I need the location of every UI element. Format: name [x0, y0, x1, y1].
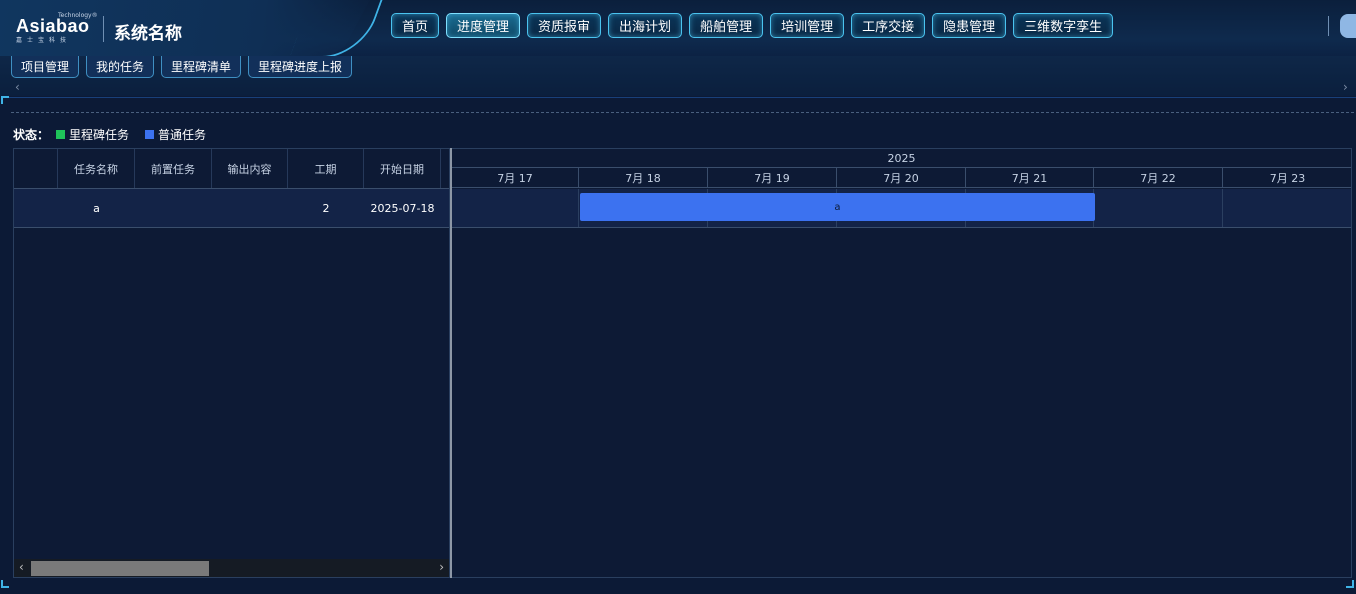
scroll-left-icon[interactable]: ‹ [19, 560, 24, 574]
header-divider [103, 16, 104, 42]
col-duration[interactable]: 工期 [288, 149, 364, 188]
dashed-divider [11, 112, 1354, 113]
legend-normal-task: 普通任务 [158, 128, 207, 142]
gantt-day: 7月 23 [1269, 171, 1306, 185]
cell-index [14, 189, 58, 227]
sub-tabs: 项目管理 我的任务 里程碑清单 里程碑进度上报 [11, 56, 353, 78]
tab-my-tasks[interactable]: 我的任务 [86, 56, 155, 78]
frame-corner-top-left [1, 96, 9, 104]
gantt-gridline [1094, 189, 1223, 227]
status-legend: 状态： 里程碑任务 普通任务 [13, 126, 206, 143]
nav-home[interactable]: 首页 [391, 13, 440, 38]
legend-milestone: 里程碑任务 [69, 128, 130, 142]
system-name: 系统名称 [114, 24, 182, 44]
brand-logo: Technology® Asiabao 嘉士宝科技 [16, 12, 98, 44]
cell-task-name: a [93, 201, 100, 215]
cell-output [212, 189, 288, 227]
gantt-day-scale: 7月 17 7月 18 7月 19 7月 20 7月 21 7月 22 7月 2… [452, 168, 1351, 188]
header-divider-right [1328, 16, 1329, 36]
frame-corner-bottom-left [1, 580, 9, 588]
cell-duration: 2 [322, 201, 330, 215]
tab-project-management[interactable]: 项目管理 [11, 56, 80, 78]
task-grid: 任务名称 前置任务 输出内容 工期 开始日期 a 2 2025-07-18 ‹ … [13, 148, 450, 578]
cell-start-date: 2025-07-18 [370, 201, 435, 215]
grid-horizontal-scrollbar[interactable]: ‹ › [14, 559, 449, 577]
normal-task-swatch [145, 130, 155, 139]
nav-ship[interactable]: 船舶管理 [689, 13, 764, 38]
nav-training[interactable]: 培训管理 [770, 13, 845, 38]
tab-milestone-list[interactable]: 里程碑清单 [161, 56, 242, 78]
gantt-day: 7月 17 [452, 168, 579, 187]
tabs-scroll-right-icon[interactable]: › [1343, 80, 1348, 94]
col-predecessor[interactable]: 前置任务 [135, 149, 212, 188]
user-icon[interactable] [1340, 14, 1356, 38]
col-task-name[interactable]: 任务名称 [58, 149, 135, 188]
scroll-right-icon[interactable]: › [439, 560, 444, 574]
nav-hazard[interactable]: 隐患管理 [932, 13, 1007, 38]
gantt-day: 7月 19 [708, 168, 837, 187]
milestone-swatch [56, 130, 66, 139]
gantt-year: 2025 [452, 149, 1351, 168]
gantt-gridline [452, 189, 579, 227]
logo-trademark: Technology® [58, 12, 98, 19]
frame-corner-bottom-right [1346, 580, 1354, 588]
gantt-day: 7月 21 [966, 168, 1094, 187]
scrollbar-thumb[interactable] [31, 561, 209, 576]
gantt-chart: 2025 7月 17 7月 18 7月 19 7月 20 7月 21 7月 22… [452, 148, 1352, 578]
gantt-day: 7月 20 [837, 168, 966, 187]
legend-label: 状态： [13, 128, 50, 142]
gantt-task-bar[interactable]: a [580, 193, 1095, 221]
cell-predecessor [135, 189, 212, 227]
gantt-day: 7月 18 [579, 168, 708, 187]
tab-milestone-report[interactable]: 里程碑进度上报 [248, 56, 353, 78]
col-start-date[interactable]: 开始日期 [364, 149, 441, 188]
logo-word: Asiabao [16, 16, 90, 36]
grid-header: 任务名称 前置任务 输出内容 工期 开始日期 [14, 149, 449, 189]
tabs-scroll-left-icon[interactable]: ‹ [15, 80, 20, 94]
main-nav: 首页 进度管理 资质报审 出海计划 船舶管理 培训管理 工序交接 隐患管理 三维… [391, 13, 1114, 38]
gantt-day: 7月 22 [1094, 168, 1223, 187]
nav-digital-twin[interactable]: 三维数字孪生 [1013, 13, 1114, 38]
nav-progress[interactable]: 进度管理 [446, 13, 521, 38]
col-output[interactable]: 输出内容 [212, 149, 288, 188]
nav-sea-plan[interactable]: 出海计划 [608, 13, 683, 38]
gantt-row: a [452, 189, 1351, 228]
table-row[interactable]: a 2 2025-07-18 [14, 189, 449, 228]
nav-handover[interactable]: 工序交接 [851, 13, 926, 38]
col-index [14, 149, 58, 188]
top-bar: Technology® Asiabao 嘉士宝科技 系统名称 首页 进度管理 资… [0, 0, 1356, 58]
nav-qualification[interactable]: 资质报审 [527, 13, 602, 38]
